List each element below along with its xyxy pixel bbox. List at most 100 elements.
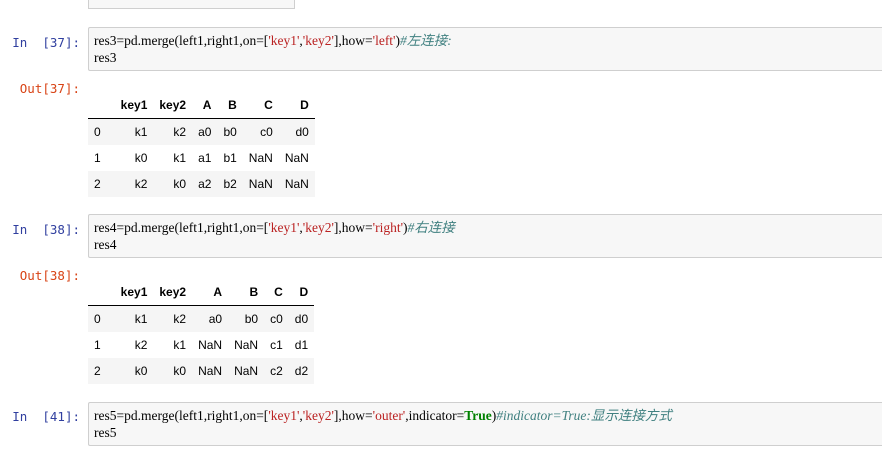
input-prompt-38: In [38]: xyxy=(12,222,80,237)
table-row: 1 k2 k1 NaN NaN c1 d1 xyxy=(88,332,315,358)
code-string: 'key1' xyxy=(268,220,300,235)
table-cell: NaN xyxy=(198,338,223,352)
table-cell: NaN xyxy=(284,177,309,191)
table-row: 0 k1 k2 a0 b0 c0 d0 xyxy=(88,118,315,145)
code-comment: #左连接: xyxy=(400,33,452,48)
table-cell: a2 xyxy=(198,177,212,191)
column-header: B xyxy=(228,279,265,306)
table-cell: k0 xyxy=(173,364,187,378)
column-header: B xyxy=(217,92,243,119)
table-cell: c2 xyxy=(270,364,283,378)
code-text-38[interactable]: res4=pd.merge(left1,right1,on=['key1','k… xyxy=(94,219,455,253)
column-header: D xyxy=(288,279,315,306)
table-cell: NaN xyxy=(234,364,259,378)
code-string: 'key2' xyxy=(302,33,334,48)
table-cell: k1 xyxy=(173,151,187,165)
column-header: key2 xyxy=(153,279,193,306)
code-string: 'key2' xyxy=(302,220,334,235)
table-cell: k2 xyxy=(173,125,187,139)
table-cell: b2 xyxy=(223,177,237,191)
row-index: 2 xyxy=(94,364,101,378)
table-cell: k1 xyxy=(134,125,148,139)
code-cell-37[interactable]: res3=pd.merge(left1,right1,on=['key1','k… xyxy=(88,27,882,71)
code-token: res5 xyxy=(94,425,117,440)
table-cell: d1 xyxy=(294,338,309,352)
column-header: D xyxy=(278,92,315,119)
table-cell: NaN xyxy=(234,338,259,352)
index-header xyxy=(88,279,107,306)
code-string: 'key1' xyxy=(268,33,300,48)
code-token: ],how= xyxy=(333,408,373,423)
code-cell-38[interactable]: res4=pd.merge(left1,right1,on=['key1','k… xyxy=(88,214,882,258)
code-comment: #右连接 xyxy=(407,220,455,235)
code-token: res3=pd.merge(left1,right1,on=[ xyxy=(94,33,269,48)
table-cell: k0 xyxy=(134,364,148,378)
table-cell: b0 xyxy=(223,125,237,139)
column-header: key1 xyxy=(106,279,154,306)
table-row: 2 k2 k0 a2 b2 NaN NaN xyxy=(88,171,315,197)
code-token: res5=pd.merge(left1,right1,on=[ xyxy=(94,408,269,423)
table-cell: d0 xyxy=(294,312,309,326)
table-row: 2 k0 k0 NaN NaN c2 d2 xyxy=(88,358,315,384)
code-text-41[interactable]: res5=pd.merge(left1,right1,on=['key1','k… xyxy=(94,407,672,441)
table-cell: b0 xyxy=(244,312,259,326)
table-cell: b1 xyxy=(223,151,237,165)
code-text-37[interactable]: res3=pd.merge(left1,right1,on=['key1','k… xyxy=(94,32,452,66)
table-row: 0 k1 k2 a0 b0 c0 d0 xyxy=(88,305,315,332)
table-cell: k1 xyxy=(134,312,148,326)
input-prompt-41: In [41]: xyxy=(12,409,80,424)
table-cell: NaN xyxy=(248,151,273,165)
code-token: ],how= xyxy=(333,33,373,48)
table-cell: a0 xyxy=(208,312,223,326)
column-header: C xyxy=(242,92,279,119)
row-index: 1 xyxy=(94,338,101,352)
table-cell: a1 xyxy=(198,151,212,165)
column-header: key1 xyxy=(106,92,154,119)
row-index: 0 xyxy=(94,312,101,326)
code-string: 'left' xyxy=(372,33,396,48)
dataframe-output-37: key1 key2 A B C D 0 k1 k2 a0 b0 c0 d0 1 … xyxy=(88,92,315,197)
output-prompt-38: Out[38]: xyxy=(19,268,80,283)
code-string: 'outer' xyxy=(372,408,406,423)
row-index: 0 xyxy=(94,125,101,139)
row-index: 1 xyxy=(94,151,101,165)
code-comment: #indicator=True:显示连接方式 xyxy=(496,408,672,423)
code-string: 'key1' xyxy=(268,408,300,423)
input-prompt-37: In [37]: xyxy=(12,35,80,50)
table-cell: k2 xyxy=(134,338,148,352)
index-header xyxy=(88,92,107,119)
code-string: 'right' xyxy=(372,220,404,235)
table-cell: k2 xyxy=(173,312,187,326)
code-string: 'key2' xyxy=(302,408,334,423)
table-cell: NaN xyxy=(248,177,273,191)
output-prompt-37: Out[37]: xyxy=(19,81,80,96)
table-cell: a0 xyxy=(198,125,212,139)
code-keyword: True xyxy=(464,408,492,423)
code-token: res3 xyxy=(94,50,117,65)
table-cell: d0 xyxy=(295,125,309,139)
column-header: A xyxy=(192,92,218,119)
table-cell: k1 xyxy=(173,338,187,352)
column-header: A xyxy=(192,279,229,306)
table-cell: NaN xyxy=(198,364,223,378)
table-cell: c1 xyxy=(270,338,283,352)
dataframe-output-38: key1 key2 A B C D 0 k1 k2 a0 b0 c0 d0 1 … xyxy=(88,279,315,384)
previous-cell-input[interactable] xyxy=(88,0,295,9)
column-header: key2 xyxy=(153,92,193,119)
table-header-row: key1 key2 A B C D xyxy=(88,92,315,119)
table-cell: k0 xyxy=(134,151,148,165)
table-row: 1 k0 k1 a1 b1 NaN NaN xyxy=(88,145,315,171)
code-token: ],how= xyxy=(333,220,373,235)
code-token: res4=pd.merge(left1,right1,on=[ xyxy=(94,220,269,235)
code-cell-41[interactable]: res5=pd.merge(left1,right1,on=['key1','k… xyxy=(88,402,882,446)
table-header-row: key1 key2 A B C D xyxy=(88,279,315,306)
code-token: ,indicator= xyxy=(405,408,465,423)
table-cell: d2 xyxy=(294,364,309,378)
code-token: res4 xyxy=(94,237,117,252)
table-cell: k2 xyxy=(134,177,148,191)
row-index: 2 xyxy=(94,177,101,191)
table-cell: k0 xyxy=(173,177,187,191)
table-cell: NaN xyxy=(284,151,309,165)
column-header: C xyxy=(264,279,289,306)
table-cell: c0 xyxy=(260,125,273,139)
